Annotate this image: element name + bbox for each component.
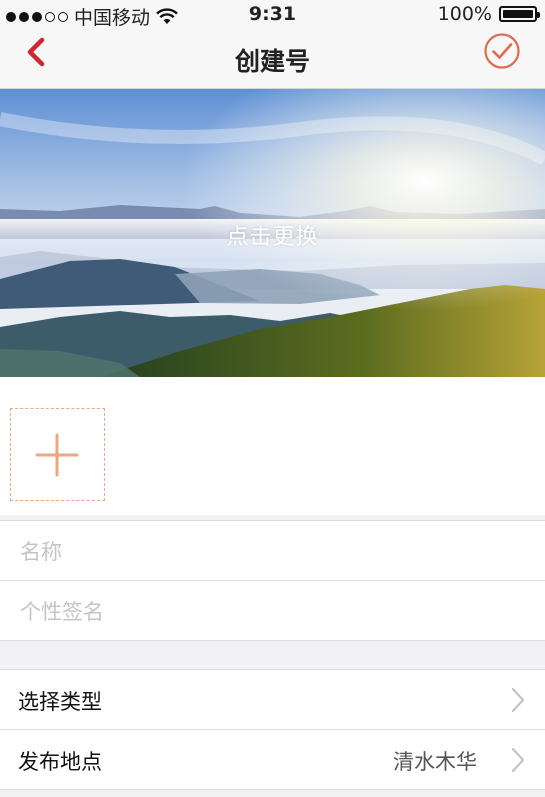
status-right: 100% (437, 3, 540, 25)
select-type-label: 选择类型 (18, 690, 102, 714)
location-label: 发布地点 (18, 750, 102, 774)
plus-icon (35, 433, 79, 477)
status-bar: 中国移动 9:31 100% (0, 0, 545, 29)
select-type-row[interactable]: 选择类型 (0, 670, 545, 729)
location-row[interactable]: 发布地点 清水木华 (0, 729, 545, 789)
location-value: 清水木华 (393, 750, 477, 774)
battery-percent: 100% (437, 3, 492, 25)
signature-input[interactable] (18, 581, 522, 642)
cover-image[interactable]: 点击更换 (0, 89, 545, 377)
checkmark-circle-icon (484, 33, 520, 69)
profile-fields (0, 520, 545, 642)
chevron-right-icon (511, 747, 525, 773)
chevron-right-icon (511, 687, 525, 713)
battery-icon (499, 6, 540, 22)
add-avatar-button[interactable] (10, 408, 105, 501)
settings-list: 选择类型 发布地点 清水木华 (0, 669, 545, 790)
avatar-section (0, 377, 545, 515)
signature-row (0, 580, 545, 642)
page-title: 创建号 (234, 47, 310, 76)
name-input[interactable] (18, 521, 522, 582)
name-row (0, 521, 545, 582)
confirm-button[interactable] (483, 32, 521, 70)
change-cover-label: 点击更换 (226, 225, 319, 250)
navigation-bar: 创建号 (0, 28, 545, 89)
